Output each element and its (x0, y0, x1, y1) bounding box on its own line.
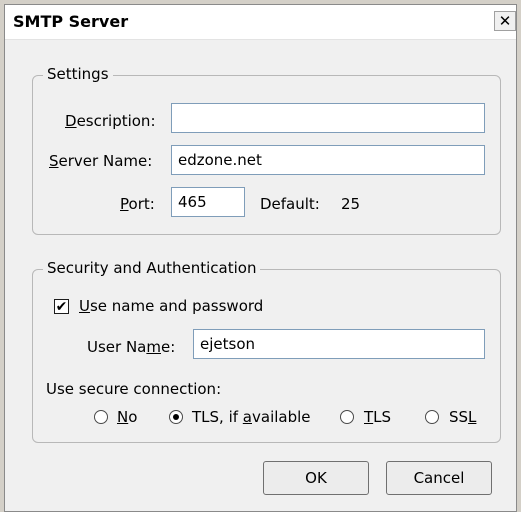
username-field[interactable]: ejetson (193, 329, 485, 359)
default-port-value: 25 (341, 195, 361, 213)
server-name-field[interactable]: edzone.net (171, 145, 485, 175)
radio-tls[interactable] (340, 410, 354, 424)
use-name-password-label[interactable]: Use name and password (79, 297, 263, 315)
radio-ssl[interactable] (425, 410, 439, 424)
radio-ssl-label[interactable]: SSL (449, 408, 476, 426)
settings-legend: Settings (43, 65, 113, 83)
cancel-button[interactable]: Cancel (386, 461, 492, 495)
screen-background: SMTP Server ✕ Settings Description: Serv… (0, 0, 521, 512)
radio-tls-label[interactable]: TLS (364, 408, 391, 426)
title-bar: SMTP Server ✕ (5, 5, 516, 40)
secure-connection-label: Use secure connection: (46, 380, 222, 398)
username-label: User Name: (87, 338, 176, 356)
window-title: SMTP Server (13, 12, 129, 31)
security-legend: Security and Authentication (43, 259, 261, 277)
radio-tls-if-available-label[interactable]: TLS, if available (192, 408, 311, 426)
radio-no[interactable] (94, 410, 108, 424)
port-field[interactable]: 465 (171, 187, 245, 217)
radio-tls-if-available[interactable] (169, 410, 183, 424)
close-icon: ✕ (498, 11, 512, 30)
description-field[interactable] (171, 103, 485, 133)
port-label: Port: (120, 195, 155, 213)
default-label: Default: (260, 195, 320, 213)
server-name-label: Server Name: (49, 152, 153, 170)
use-name-password-checkbox[interactable]: ✔ (54, 299, 69, 314)
ok-button[interactable]: OK (263, 461, 369, 495)
description-label: Description: (65, 112, 156, 130)
radio-no-label[interactable]: No (117, 408, 137, 426)
smtp-server-dialog: SMTP Server ✕ Settings Description: Serv… (4, 4, 517, 512)
close-button[interactable]: ✕ (494, 11, 516, 31)
checkmark-icon: ✔ (55, 298, 68, 315)
